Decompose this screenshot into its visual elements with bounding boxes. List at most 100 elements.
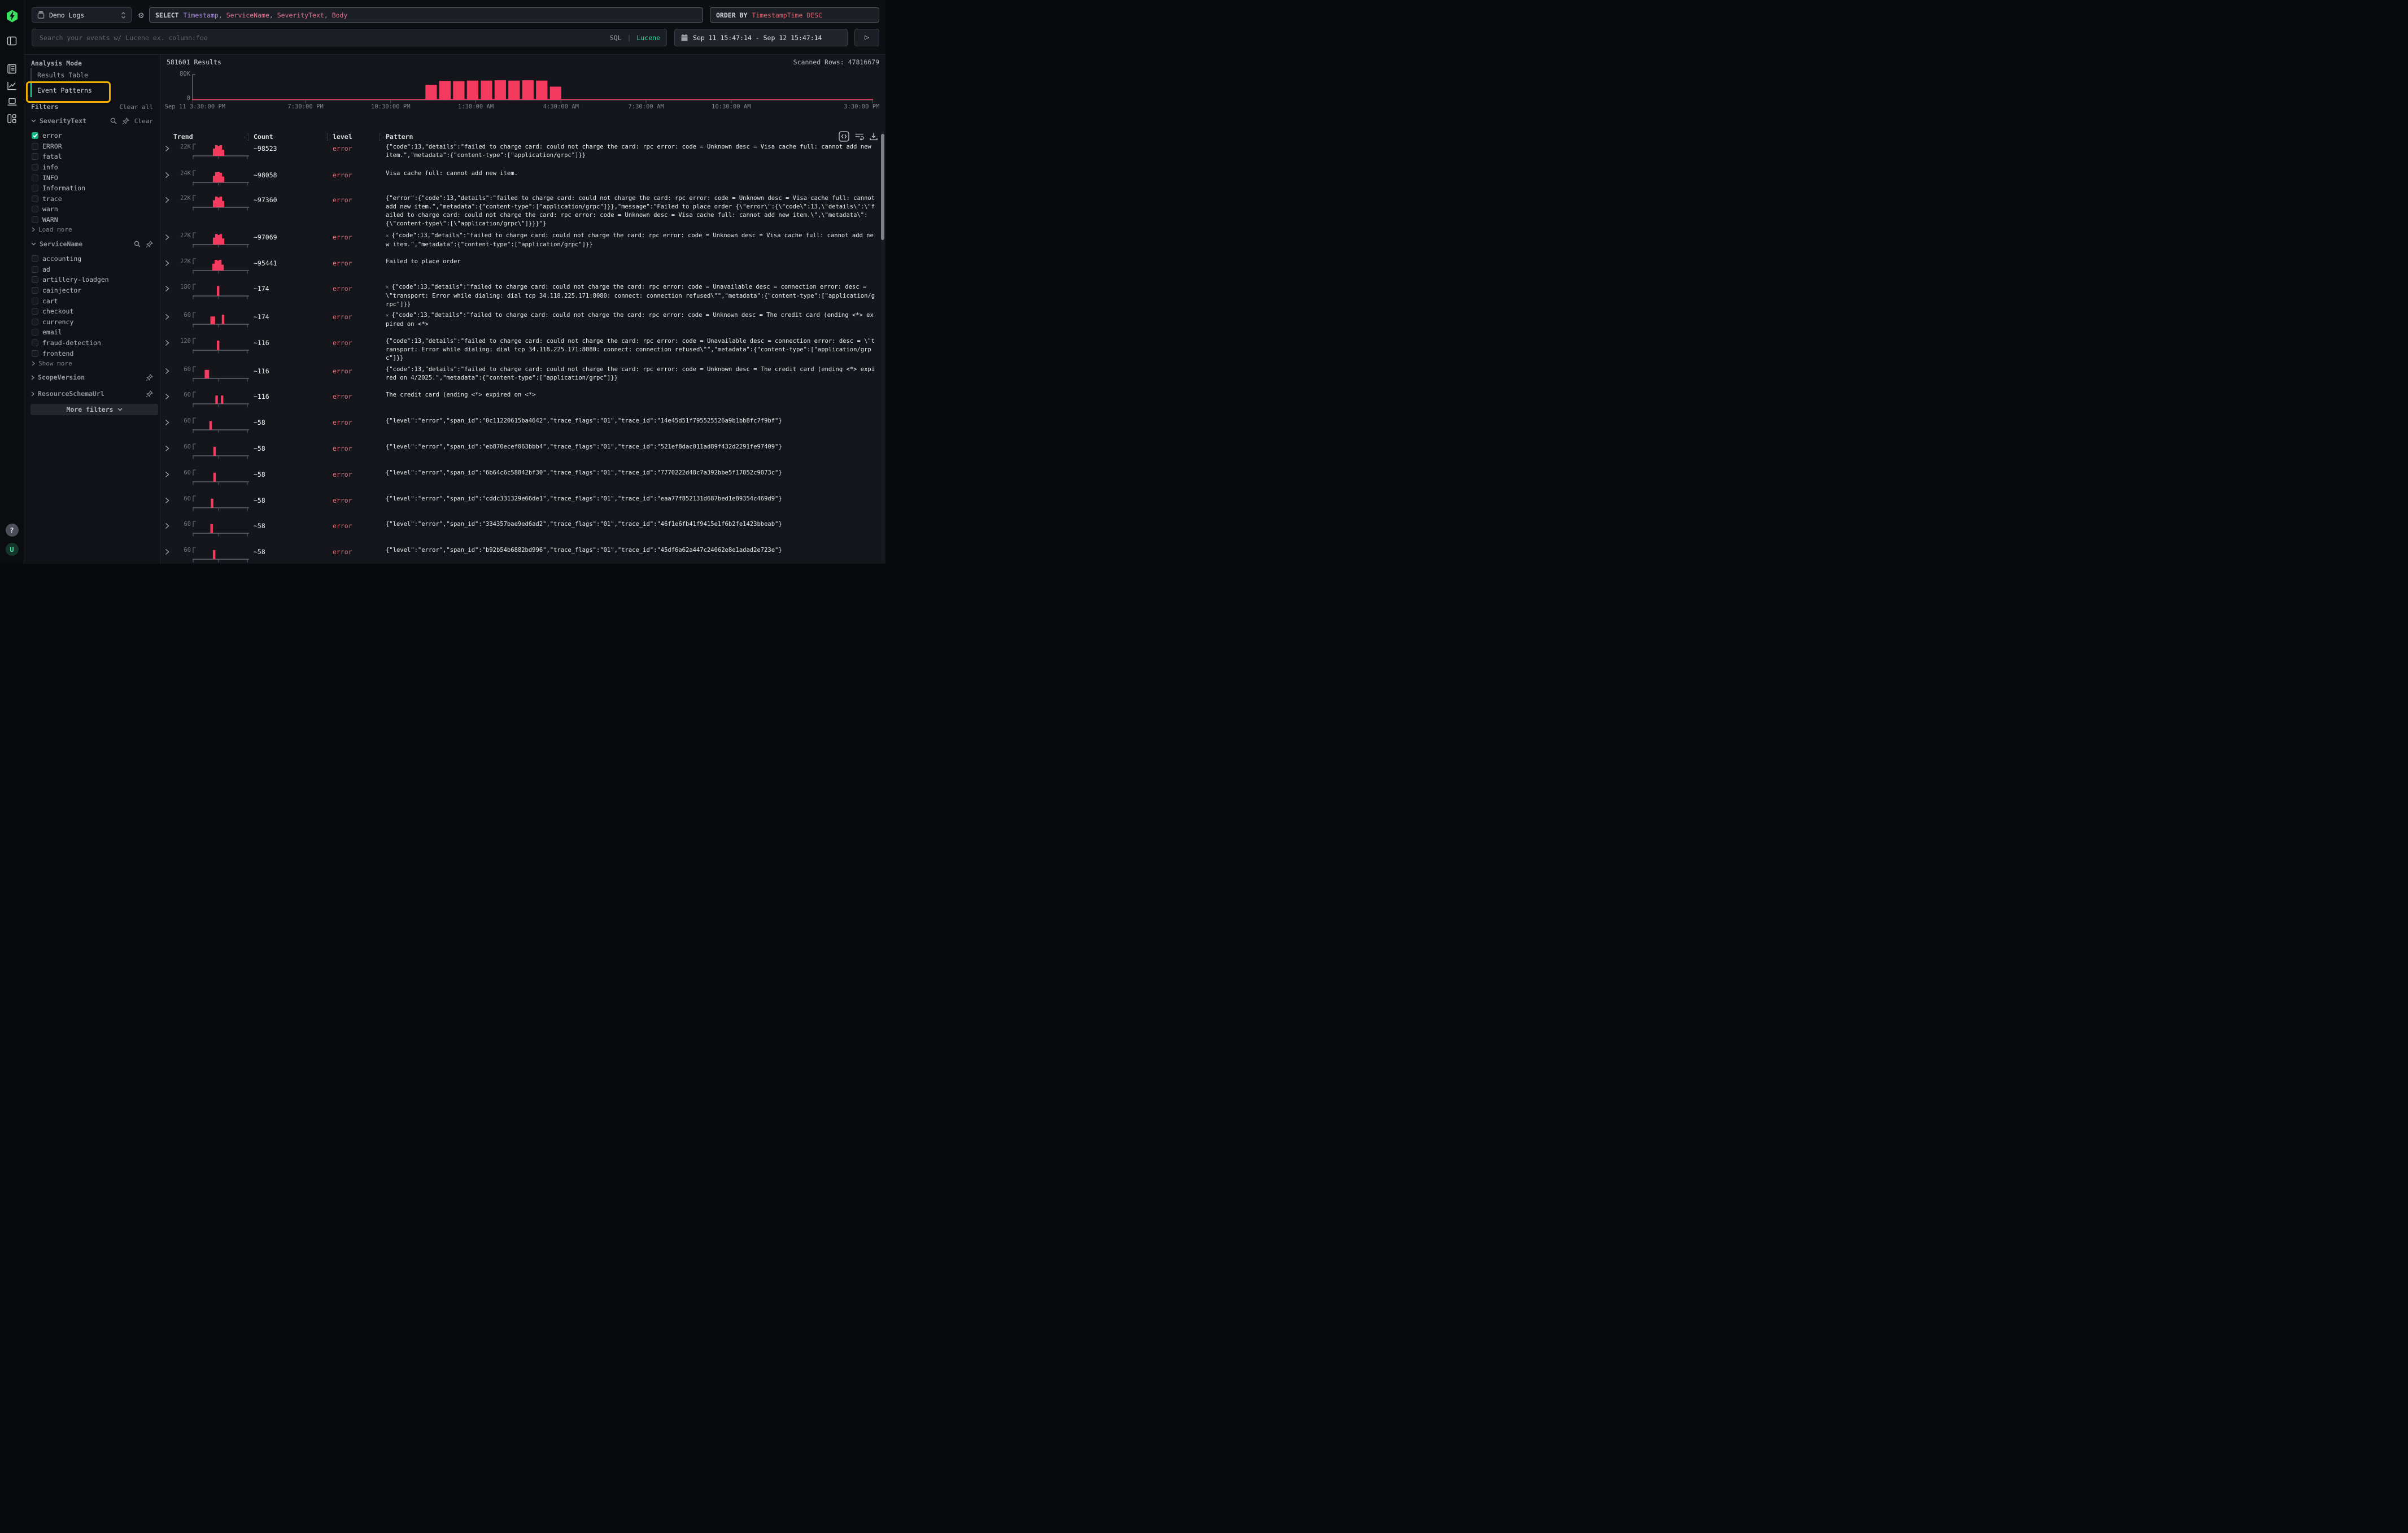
filter-option-information[interactable]: Information [24,183,160,194]
filter-option-info[interactable]: INFO [24,172,160,183]
show-more-button[interactable]: Show more [24,359,72,368]
pattern-text[interactable]: Failed to place order [386,258,876,266]
pattern-text[interactable]: {"level":"error","span_id":"cddc331329e6… [386,495,876,503]
filter-option-warn[interactable]: WARN [24,215,160,225]
pattern-text[interactable]: {"level":"error","span_id":"334357bae9ed… [386,520,876,529]
pattern-text[interactable]: Visa cache full: cannot add new item. [386,169,876,178]
table-row[interactable]: 22K~98523error{"code":13,"details":"fail… [160,140,885,167]
more-filters-button[interactable]: More filters [30,404,158,415]
pattern-text[interactable]: {"code":13,"details":"failed to charge c… [386,337,876,363]
filter-option-frontend[interactable]: frontend [24,348,160,359]
pin-icon[interactable] [122,117,129,125]
filter-option-warn[interactable]: warn [24,204,160,215]
checkbox[interactable] [32,175,38,181]
pattern-text[interactable]: {"level":"error","span_id":"0c11220615ba… [386,417,876,425]
app-logo-icon[interactable] [0,10,24,23]
filter-option-cart[interactable]: cart [24,295,160,306]
checkbox[interactable] [32,350,38,357]
filter-option-trace[interactable]: trace [24,194,160,204]
filter-group-scopeversion[interactable]: ScopeVersion [24,371,160,384]
checkbox[interactable] [32,287,38,294]
table-row[interactable]: 180~174error✕{"code":13,"details":"faile… [160,280,885,308]
checkbox[interactable] [32,339,38,346]
load-more-button[interactable]: Load more [24,225,72,234]
table-scrollbar-thumb[interactable] [881,134,884,240]
checkbox[interactable] [32,216,38,223]
table-row[interactable]: 60~58error{"level":"error","span_id":"6b… [160,466,885,492]
filter-option-cainjector[interactable]: cainjector [24,285,160,296]
results-histogram[interactable] [192,73,873,105]
row-expand-chevron[interactable] [165,145,169,152]
pattern-text[interactable]: ✕{"code":13,"details":"failed to charge … [386,232,876,249]
pattern-text[interactable]: {"level":"error","span_id":"b92b54b6882b… [386,546,876,555]
row-expand-chevron[interactable] [165,197,169,203]
checkbox[interactable] [32,255,38,262]
table-row[interactable]: 60~58error{"level":"error","span_id":"cd… [160,492,885,517]
row-expand-chevron[interactable] [165,497,169,504]
filter-option-fatal[interactable]: fatal [24,151,160,162]
table-row[interactable]: 60~116error{"code":13,"details":"failed … [160,363,885,388]
table-row[interactable]: 24K~98058errorVisa cache full: cannot ad… [160,167,885,191]
lang-toggle-sql[interactable]: SQL [610,34,622,42]
checkbox[interactable] [32,298,38,304]
table-row[interactable]: 60~116errorThe credit card (ending <*> e… [160,388,885,414]
checkbox[interactable] [32,319,38,325]
source-settings-gear-icon[interactable]: ⚙ [135,8,147,22]
filter-option-checkout[interactable]: checkout [24,306,160,317]
select-query-input[interactable]: SELECT Timestamp, ServiceName, SeverityT… [149,7,703,23]
clear-group-button[interactable]: Clear [134,117,153,125]
row-expand-chevron[interactable] [165,172,169,178]
checkbox[interactable] [32,153,38,160]
wrap-lines-icon[interactable] [854,132,864,141]
checkbox[interactable] [32,185,38,191]
row-expand-chevron[interactable] [165,419,169,426]
table-row[interactable]: 22K~97360error{"error":{"code":13,"detai… [160,191,885,229]
row-expand-chevron[interactable] [165,339,169,346]
search-icon[interactable] [110,117,117,124]
checkbox[interactable] [32,329,38,336]
col-header-count[interactable]: Count [254,133,273,141]
row-expand-chevron[interactable] [165,260,169,267]
pattern-text[interactable]: ✕{"code":13,"details":"failed to charge … [386,283,876,308]
checkbox[interactable] [32,195,38,202]
dashboards-icon[interactable] [0,114,24,124]
table-row[interactable]: 60~58error{"level":"error","span_id":"0c… [160,414,885,440]
filter-option-currency[interactable]: currency [24,317,160,328]
table-row[interactable]: 60~58error{"level":"error","span_id":"eb… [160,440,885,466]
filter-group-resourceschemaurl[interactable]: ResourceSchemaUrl [24,387,160,400]
checkbox[interactable] [32,143,38,150]
pattern-text[interactable]: The credit card (ending <*> expired on <… [386,391,876,399]
filter-option-error[interactable]: error [24,130,160,141]
analysis-mode-item-event-patterns[interactable]: Event Patterns [24,82,160,98]
table-row[interactable]: 22K~95441errorFailed to place order [160,255,885,280]
date-range-picker[interactable]: Sep 11 15:47:14 - Sep 12 15:47:14 [674,29,848,46]
row-expand-chevron[interactable] [165,522,169,529]
user-avatar[interactable]: U [0,543,24,556]
filter-option-error[interactable]: ERROR [24,141,160,152]
filter-option-fraud-detection[interactable]: fraud-detection [24,338,160,349]
row-expand-chevron[interactable] [165,234,169,241]
row-expand-chevron[interactable] [165,471,169,478]
pattern-text[interactable]: {"error":{"code":13,"details":"failed to… [386,194,876,228]
pin-icon[interactable] [146,390,153,398]
table-row[interactable]: 60~174error✕{"code":13,"details":"failed… [160,308,885,334]
checkbox[interactable] [32,164,38,171]
pin-icon[interactable] [146,374,153,381]
table-row[interactable]: 60~58error{"level":"error","span_id":"33… [160,517,885,543]
pattern-text[interactable]: {"level":"error","span_id":"eb870ecef063… [386,443,876,451]
col-header-pattern[interactable]: Pattern [386,133,413,141]
pattern-text[interactable]: {"level":"error","span_id":"6b64c6c58842… [386,469,876,477]
filter-group-servicename[interactable]: ServiceName [24,239,160,249]
table-row[interactable]: 22K~97069error✕{"code":13,"details":"fai… [160,229,885,255]
col-header-trend[interactable]: Trend [173,133,193,141]
search-logs-icon[interactable] [0,64,24,74]
data-source-select[interactable]: Demo Logs [32,7,132,23]
checkbox[interactable] [32,132,38,139]
col-header-level[interactable]: level [333,133,352,141]
search-icon[interactable] [134,241,141,247]
pattern-text[interactable]: ✕{"code":13,"details":"failed to charge … [386,311,876,329]
row-expand-chevron[interactable] [165,548,169,555]
filter-option-info[interactable]: info [24,162,160,173]
run-query-button[interactable]: ▷ [854,29,879,46]
row-expand-chevron[interactable] [165,313,169,320]
